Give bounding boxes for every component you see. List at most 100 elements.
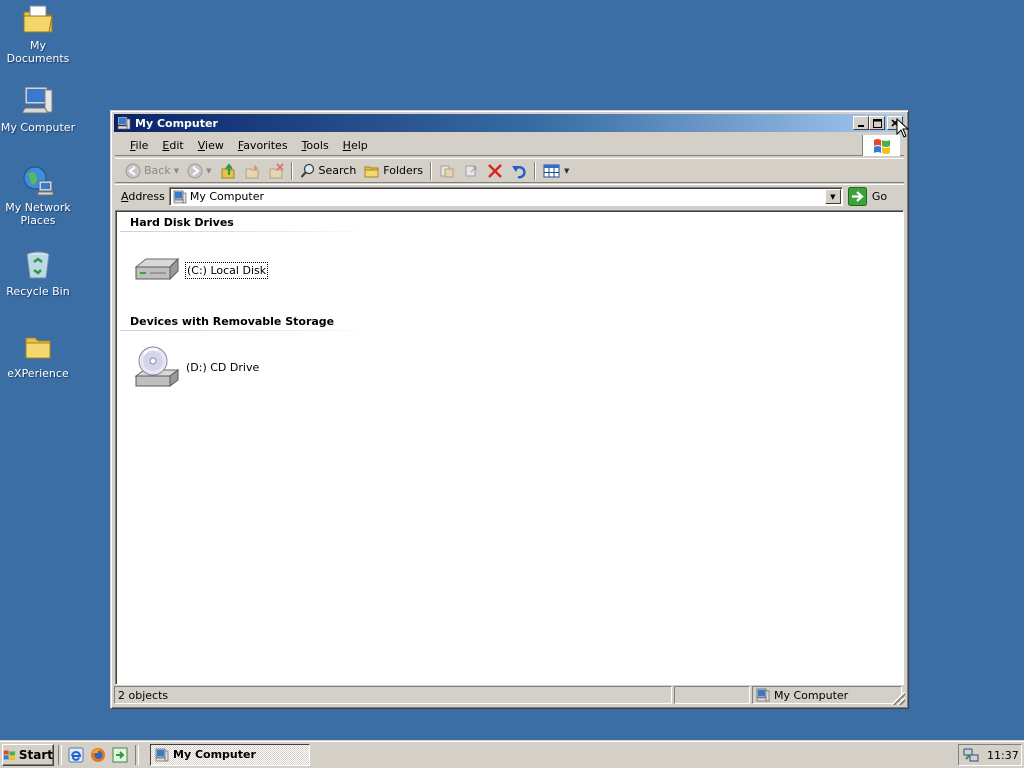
network-connection-icon[interactable] xyxy=(963,747,979,763)
address-value: My Computer xyxy=(189,190,265,203)
go-label: Go xyxy=(871,190,888,203)
my-documents-icon xyxy=(23,5,53,33)
up-folder-icon xyxy=(221,162,234,178)
toolbar-separator xyxy=(534,161,537,180)
desktop-icon-label: My Network Places xyxy=(5,201,71,227)
address-input[interactable]: My Computer ▼ xyxy=(168,187,843,206)
address-bar: Address My Computer ▼ Go xyxy=(115,184,904,208)
delete-button[interactable] xyxy=(483,160,507,181)
cd-drive-icon xyxy=(134,346,180,387)
status-zone-cell: My Computer xyxy=(752,686,902,704)
system-tray: 11:37 xyxy=(958,744,1022,766)
views-icon xyxy=(543,164,560,177)
copy-to-button[interactable] xyxy=(435,160,459,181)
windows-flag-icon xyxy=(3,749,16,760)
group-header-removable-storage: Devices with Removable Storage xyxy=(130,315,335,328)
search-icon xyxy=(300,163,314,178)
desktop-icon-label: My Computer xyxy=(0,121,76,134)
menu-favorites[interactable]: Favorites xyxy=(231,137,295,154)
minimize-button[interactable] xyxy=(853,116,869,130)
status-zone-text: My Computer xyxy=(774,688,849,702)
clock[interactable]: 11:37 xyxy=(987,749,1019,762)
move-button[interactable] xyxy=(459,160,483,181)
network-places-icon xyxy=(23,166,54,196)
my-computer-icon xyxy=(21,86,53,114)
desktop-icon-recycle-bin[interactable]: Recycle Bin xyxy=(0,248,76,298)
forward-button[interactable]: ▼ xyxy=(183,160,215,181)
status-object-count: 2 objects xyxy=(114,686,672,704)
go-button[interactable]: Go xyxy=(847,187,888,206)
quicklaunch-separator xyxy=(58,744,62,765)
maximize-button[interactable] xyxy=(869,116,885,130)
desktop-icon-my-documents[interactable]: My Documents xyxy=(0,2,76,65)
status-bar: 2 objects My Computer xyxy=(114,686,905,705)
maximize-icon xyxy=(872,118,882,128)
menu-tools[interactable]: Tools xyxy=(295,137,336,154)
start-button[interactable]: Start xyxy=(2,743,54,766)
views-button[interactable]: ▼ xyxy=(539,160,573,181)
desktop-icon-label: Recycle Bin xyxy=(6,285,70,298)
undo-icon xyxy=(512,165,526,178)
file-list-pane[interactable]: Hard Disk Drives (C:) Local Disk Devices… xyxy=(115,210,904,685)
up-button[interactable] xyxy=(216,160,240,181)
menu-file[interactable]: File xyxy=(123,137,155,154)
undo-button[interactable] xyxy=(507,160,531,181)
desktop-icon-network-places[interactable]: My Network Places xyxy=(0,164,76,227)
start-label: Start xyxy=(18,747,53,762)
hard-disk-icon xyxy=(134,257,180,281)
views-dropdown-icon[interactable]: ▼ xyxy=(564,167,569,175)
folders-icon xyxy=(364,166,379,177)
desktop-icon-label: My Documents xyxy=(6,39,70,65)
delete-folder-button[interactable] xyxy=(264,160,288,181)
search-label: Search xyxy=(318,164,357,177)
status-count-text: 2 objects xyxy=(118,688,169,702)
desktop-icon-experience[interactable]: eXPerience xyxy=(0,330,76,380)
group-header-hard-disk-drives: Hard Disk Drives xyxy=(130,216,234,229)
drive-label-c: (C:) Local Disk xyxy=(185,261,269,279)
back-label: Back xyxy=(144,164,171,177)
copy-to-icon xyxy=(440,165,454,177)
drive-label-d: (D:) CD Drive xyxy=(186,360,260,374)
back-button[interactable]: Back ▼ xyxy=(121,160,183,181)
title-bar[interactable]: My Computer xyxy=(114,114,905,132)
resize-grip[interactable] xyxy=(892,692,905,705)
my-computer-icon xyxy=(155,748,169,761)
taskbar-button-label: My Computer xyxy=(173,748,256,761)
windows-logo xyxy=(862,135,900,156)
my-computer-icon xyxy=(756,688,770,702)
move-to-icon xyxy=(245,164,258,178)
address-label: Address xyxy=(121,190,165,203)
menu-help[interactable]: Help xyxy=(336,137,375,154)
menu-view[interactable]: View xyxy=(191,137,231,154)
status-size-cell xyxy=(674,686,750,704)
delete-folder-icon xyxy=(269,162,284,178)
my-computer-icon xyxy=(117,116,131,130)
menu-bar: File Edit View Favorites Tools Help xyxy=(115,135,904,156)
firefox-icon[interactable] xyxy=(90,747,106,763)
group-divider xyxy=(120,330,372,331)
desktop-icon-label: eXPerience xyxy=(7,367,69,380)
standard-toolbar: Back ▼ ▼ Search Folders ▼ xyxy=(115,158,904,183)
recycle-bin-icon xyxy=(26,251,50,279)
folder-icon xyxy=(25,337,51,359)
back-dropdown-icon[interactable]: ▼ xyxy=(174,167,179,175)
drive-item-c[interactable]: (C:) Local Disk xyxy=(132,247,269,293)
folders-label: Folders xyxy=(383,164,424,177)
mouse-pointer-icon xyxy=(896,118,910,138)
move-to-button[interactable] xyxy=(240,160,264,181)
menu-edit[interactable]: Edit xyxy=(155,137,190,154)
folders-button[interactable]: Folders xyxy=(360,160,427,181)
desktop-icon-my-computer[interactable]: My Computer xyxy=(0,84,76,134)
windows-flag-icon xyxy=(873,138,890,154)
go-arrow-icon xyxy=(847,187,867,206)
toolbar-separator xyxy=(290,161,293,180)
drive-item-d[interactable]: (D:) CD Drive xyxy=(132,344,260,390)
toolbar-separator xyxy=(430,161,433,180)
address-dropdown-button[interactable]: ▼ xyxy=(824,189,841,204)
my-computer-window: My Computer File Edit View Favorites Too… xyxy=(110,110,909,709)
search-button[interactable]: Search xyxy=(296,160,361,181)
forward-dropdown-icon[interactable]: ▼ xyxy=(206,167,211,175)
show-desktop-icon[interactable] xyxy=(112,747,128,763)
taskbar-button-my-computer[interactable]: My Computer xyxy=(150,743,310,766)
internet-explorer-icon[interactable] xyxy=(68,747,84,763)
